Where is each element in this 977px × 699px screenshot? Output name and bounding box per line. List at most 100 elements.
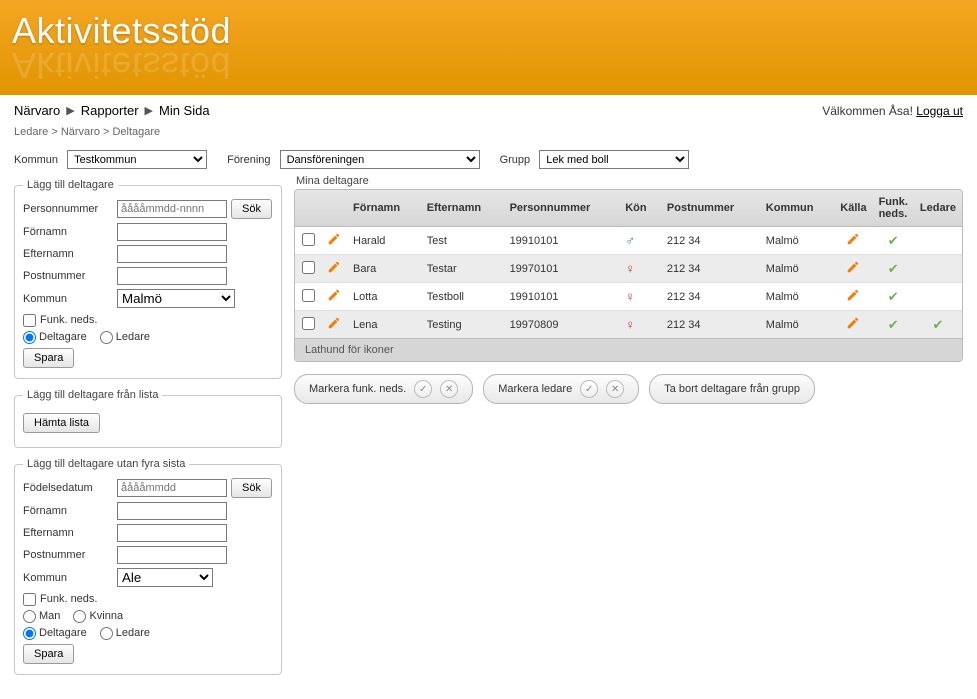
tab-minsida[interactable]: Min Sida [159, 103, 210, 118]
edit-row-icon[interactable] [327, 237, 341, 249]
col-kommun[interactable]: Kommun [760, 190, 835, 227]
ta-bort-button[interactable]: Ta bort deltagare från grupp [649, 374, 815, 404]
grupp-select[interactable]: Lek med boll [539, 150, 689, 169]
ledare-radio2[interactable] [100, 627, 113, 640]
kvinna-radio-label[interactable]: Kvinna [73, 610, 123, 622]
col-funk[interactable]: Funk. neds. [873, 190, 914, 227]
pencil-icon[interactable] [846, 232, 860, 246]
cross-icon[interactable]: ✕ [606, 380, 624, 398]
ledare-radio[interactable] [100, 331, 113, 344]
logout-link[interactable]: Logga ut [916, 104, 963, 118]
funk-neds-checkbox[interactable] [23, 314, 36, 327]
col-fornamn[interactable]: Förnamn [347, 190, 421, 227]
pencil-icon[interactable] [327, 260, 341, 274]
edit-row-icon[interactable] [327, 321, 341, 333]
edit-row-icon[interactable] [327, 265, 341, 277]
breadcrumb: Ledare > Närvaro > Deltagare [0, 122, 977, 146]
breadcrumb-ledare[interactable]: Ledare [14, 126, 48, 138]
funk-neds-checkbox-label[interactable]: Funk. neds. [23, 314, 97, 326]
fodelsedatum-input[interactable] [117, 479, 227, 497]
ledare-radio2-label[interactable]: Ledare [100, 627, 150, 639]
cell-funk: ✔ [873, 227, 914, 255]
cell-kommun: Malmö [760, 255, 835, 283]
sok-button[interactable]: Sök [231, 199, 272, 219]
deltagare-table-wrap: Förnamn Efternamn Personnummer Kön Postn… [294, 189, 963, 362]
panel-add-from-list: Lägg till deltagare från lista Hämta lis… [14, 389, 282, 448]
tab-rapporter[interactable]: Rapporter [81, 103, 139, 118]
kvinna-radio[interactable] [73, 610, 86, 623]
row-checkbox[interactable] [302, 233, 315, 246]
kommun-select2[interactable]: Malmö [117, 289, 235, 308]
deltagare-radio2-label[interactable]: Deltagare [23, 627, 87, 639]
pencil-icon[interactable] [327, 316, 341, 330]
deltagare-radio-label[interactable]: Deltagare [23, 331, 87, 343]
markera-funk-button[interactable]: Markera funk. neds. ✓ ✕ [294, 374, 473, 404]
pencil-icon[interactable] [846, 316, 860, 330]
kommun-label: Kommun [14, 154, 58, 166]
col-pnr[interactable]: Personnummer [504, 190, 620, 227]
spara-button2[interactable]: Spara [23, 644, 74, 664]
fornamn-input2[interactable] [117, 502, 227, 520]
man-radio[interactable] [23, 610, 36, 623]
tab-narvaro[interactable]: Närvaro [14, 103, 60, 118]
kommun-label2: Kommun [23, 293, 113, 305]
panel-nofour-legend: Lägg till deltagare utan fyra sista [23, 458, 189, 470]
check-icon[interactable]: ✓ [580, 380, 598, 398]
deltagare-radio2[interactable] [23, 627, 36, 640]
cell-fornamn: Lotta [347, 283, 421, 311]
check-icon[interactable]: ✓ [414, 380, 432, 398]
table-row: LottaTestboll19910101♀212 34Malmö✔ [295, 283, 962, 311]
cell-kalla [834, 255, 872, 283]
fornamn-label: Förnamn [23, 226, 113, 238]
pencil-icon[interactable] [327, 232, 341, 246]
source-pencil-icon[interactable] [846, 293, 860, 305]
forening-select[interactable]: Dansföreningen [280, 150, 480, 169]
fornamn-input[interactable] [117, 223, 227, 241]
deltagare-radio[interactable] [23, 331, 36, 344]
efternamn-input[interactable] [117, 245, 227, 263]
ledare-radio-label[interactable]: Ledare [100, 331, 150, 343]
source-pencil-icon[interactable] [846, 237, 860, 249]
pencil-icon[interactable] [327, 288, 341, 302]
hamta-lista-button[interactable]: Hämta lista [23, 413, 100, 433]
col-ledare[interactable]: Ledare [914, 190, 962, 227]
cell-funk: ✔ [873, 283, 914, 311]
edit-row-icon[interactable] [327, 293, 341, 305]
sok-button2[interactable]: Sök [231, 478, 272, 498]
source-pencil-icon[interactable] [846, 321, 860, 333]
kommun-select[interactable]: Testkommun [67, 150, 207, 169]
col-efternamn[interactable]: Efternamn [421, 190, 504, 227]
personnummer-input[interactable] [117, 200, 227, 218]
cell-ledare [914, 227, 962, 255]
man-radio-label[interactable]: Man [23, 610, 60, 622]
breadcrumb-deltagare[interactable]: Deltagare [112, 126, 160, 138]
cell-kon: ♀ [619, 311, 661, 339]
cross-icon[interactable]: ✕ [440, 380, 458, 398]
pencil-icon[interactable] [846, 260, 860, 274]
row-checkbox[interactable] [302, 261, 315, 274]
col-kon[interactable]: Kön [619, 190, 661, 227]
efternamn-input2[interactable] [117, 524, 227, 542]
cell-funk: ✔ [873, 255, 914, 283]
lathund-bar[interactable]: Lathund för ikoner [295, 338, 962, 361]
row-checkbox[interactable] [302, 289, 315, 302]
funk-neds-checkbox2-label[interactable]: Funk. neds. [23, 593, 97, 605]
fornamn-label2: Förnamn [23, 505, 113, 517]
cell-postnr: 212 34 [661, 227, 760, 255]
col-postnr[interactable]: Postnummer [661, 190, 760, 227]
source-pencil-icon[interactable] [846, 265, 860, 277]
col-kalla[interactable]: Källa [834, 190, 872, 227]
funk-neds-checkbox2[interactable] [23, 593, 36, 606]
cell-pnr: 19970809 [504, 311, 620, 339]
markera-ledare-button[interactable]: Markera ledare ✓ ✕ [483, 374, 639, 404]
pencil-icon[interactable] [846, 288, 860, 302]
chevron-right-icon: ▶ [145, 104, 153, 117]
postnummer-input[interactable] [117, 267, 227, 285]
postnummer-input2[interactable] [117, 546, 227, 564]
cell-fornamn: Lena [347, 311, 421, 339]
kommun-select3[interactable]: Ale [117, 568, 213, 587]
spara-button[interactable]: Spara [23, 348, 74, 368]
row-checkbox[interactable] [302, 317, 315, 330]
breadcrumb-narvaro[interactable]: Närvaro [61, 126, 100, 138]
chevron-right-icon: ▶ [66, 104, 74, 117]
